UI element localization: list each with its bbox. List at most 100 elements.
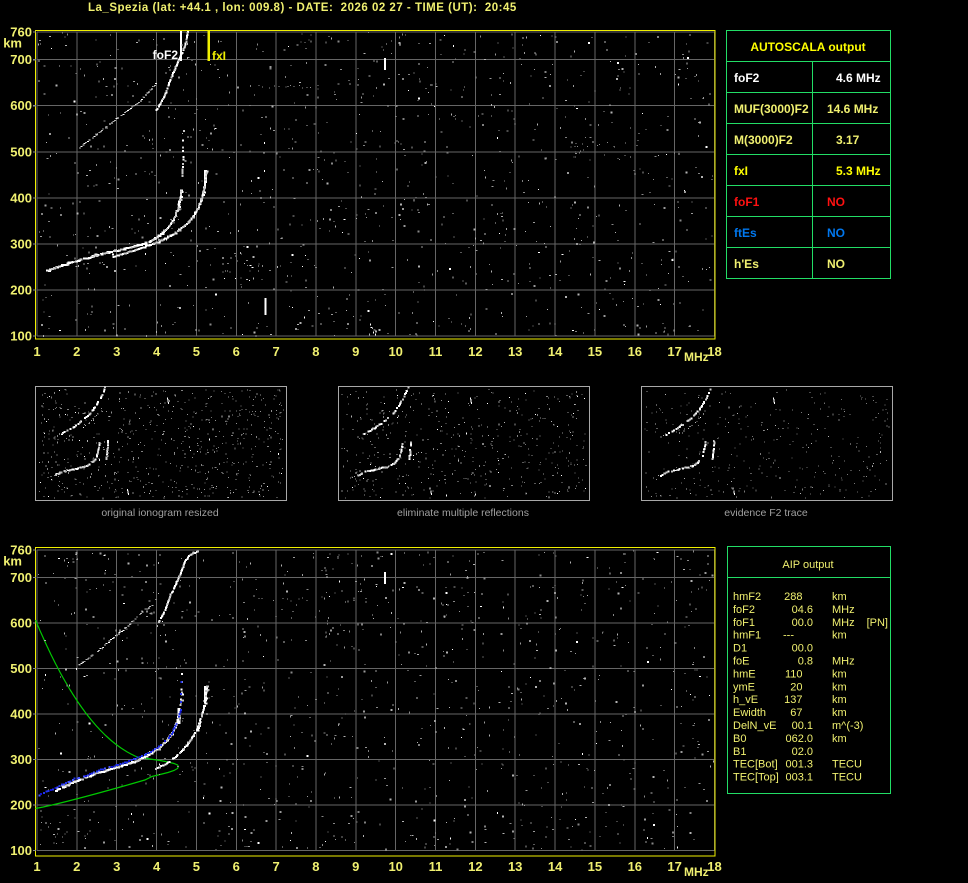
svg-text:1: 1 [33, 344, 40, 359]
svg-text:17: 17 [667, 344, 681, 359]
svg-text:110: 110 [785, 668, 803, 680]
svg-text:D1: D1 [733, 643, 747, 655]
svg-text:15: 15 [588, 344, 602, 359]
svg-text:TEC[Bot]: TEC[Bot] [733, 759, 778, 771]
svg-text:NO: NO [827, 257, 845, 271]
svg-text:[PN]: [PN] [867, 617, 888, 629]
svg-text:TECU: TECU [832, 759, 862, 771]
svg-text:0.8: 0.8 [798, 656, 813, 668]
svg-text:500: 500 [10, 661, 32, 676]
svg-text:fxI: fxI [734, 164, 748, 178]
svg-text:16: 16 [628, 344, 642, 359]
svg-text:7: 7 [272, 344, 279, 359]
svg-text:8: 8 [312, 859, 319, 874]
svg-text:km: km [832, 591, 847, 603]
svg-text:300: 300 [10, 236, 32, 251]
svg-text:km: km [832, 694, 847, 706]
svg-text:MHz: MHz [684, 350, 709, 364]
svg-text:700: 700 [10, 570, 32, 585]
svg-text:6: 6 [233, 344, 240, 359]
svg-text:10: 10 [388, 344, 402, 359]
svg-text:5: 5 [193, 859, 200, 874]
svg-text:700: 700 [10, 52, 32, 67]
svg-text:02.0: 02.0 [792, 746, 813, 758]
svg-text:200: 200 [10, 797, 32, 812]
svg-text:ftEs: ftEs [734, 226, 757, 240]
svg-text:17: 17 [667, 859, 681, 874]
svg-text:DelN_vE: DelN_vE [733, 720, 776, 732]
svg-text:00.0: 00.0 [792, 643, 813, 655]
svg-text:ymE: ymE [733, 681, 755, 693]
svg-text:m^(-3): m^(-3) [832, 720, 863, 732]
svg-text:km: km [832, 681, 847, 693]
svg-text:3: 3 [113, 859, 120, 874]
svg-text:hmF2: hmF2 [733, 591, 761, 603]
svg-text:00.1: 00.1 [792, 720, 813, 732]
svg-text:288: 288 [784, 591, 802, 603]
svg-text:foF2: foF2 [733, 604, 755, 616]
svg-text:MUF(3000)F2: MUF(3000)F2 [734, 102, 809, 116]
svg-text:AUTOSCALA output: AUTOSCALA output [750, 40, 865, 54]
svg-text:km: km [3, 36, 22, 51]
svg-text:km: km [3, 554, 22, 569]
svg-text:001.3: 001.3 [785, 759, 813, 771]
svg-text:AIP output: AIP output [782, 559, 833, 571]
svg-text:15: 15 [588, 859, 602, 874]
svg-text:9: 9 [352, 344, 359, 359]
svg-text:14: 14 [548, 859, 563, 874]
svg-text:NO: NO [827, 226, 845, 240]
svg-text:100: 100 [10, 843, 32, 858]
svg-text:4.6 MHz: 4.6 MHz [836, 71, 881, 85]
svg-text:M(3000)F2: M(3000)F2 [734, 133, 793, 147]
svg-text:original ionogram resized: original ionogram resized [101, 507, 218, 519]
svg-text:MHz: MHz [832, 656, 855, 668]
svg-text:11: 11 [429, 859, 443, 874]
svg-text:300: 300 [10, 752, 32, 767]
svg-text:TECU: TECU [832, 772, 862, 784]
svg-text:200: 200 [10, 282, 32, 297]
svg-text:foF1: foF1 [733, 617, 755, 629]
svg-text:4: 4 [153, 344, 161, 359]
svg-text:9: 9 [352, 859, 359, 874]
svg-text:hmF1: hmF1 [733, 630, 761, 642]
svg-text:km: km [832, 668, 847, 680]
svg-text:foF2: foF2 [153, 48, 179, 62]
svg-text:600: 600 [10, 615, 32, 630]
svg-text:MHz: MHz [832, 617, 855, 629]
svg-text:evidence F2 trace: evidence F2 trace [724, 507, 808, 519]
svg-text:500: 500 [10, 144, 32, 159]
svg-text:5.3 MHz: 5.3 MHz [836, 164, 881, 178]
svg-text:11: 11 [429, 344, 443, 359]
svg-text:foE: foE [733, 656, 750, 668]
svg-text:km: km [832, 630, 847, 642]
svg-text:MHz: MHz [832, 604, 855, 616]
svg-text:hmE: hmE [733, 668, 756, 680]
svg-text:4: 4 [153, 859, 161, 874]
svg-text:7: 7 [272, 859, 279, 874]
svg-text:TEC[Top]: TEC[Top] [733, 772, 779, 784]
svg-text:14.6 MHz: 14.6 MHz [827, 102, 878, 116]
svg-text:12: 12 [468, 344, 482, 359]
svg-text:18: 18 [707, 344, 721, 359]
svg-text:137: 137 [784, 694, 802, 706]
svg-text:1: 1 [33, 859, 40, 874]
svg-text:5: 5 [193, 344, 200, 359]
svg-text:8: 8 [312, 344, 319, 359]
svg-text:400: 400 [10, 190, 32, 205]
svg-text:13: 13 [508, 859, 522, 874]
svg-text:foF2: foF2 [734, 71, 760, 85]
svg-text:MHz: MHz [684, 865, 709, 879]
svg-text:eliminate multiple reflections: eliminate multiple reflections [397, 507, 529, 519]
svg-text:18: 18 [707, 859, 721, 874]
svg-text:---: --- [783, 630, 794, 642]
svg-text:h'Es: h'Es [734, 257, 759, 271]
svg-text:13: 13 [508, 344, 522, 359]
svg-text:14: 14 [548, 344, 563, 359]
svg-text:600: 600 [10, 98, 32, 113]
svg-text:20: 20 [790, 681, 802, 693]
svg-text:2: 2 [73, 859, 80, 874]
svg-text:00.0: 00.0 [792, 617, 813, 629]
svg-text:10: 10 [388, 859, 402, 874]
svg-text:12: 12 [468, 859, 482, 874]
svg-text:B1: B1 [733, 746, 746, 758]
